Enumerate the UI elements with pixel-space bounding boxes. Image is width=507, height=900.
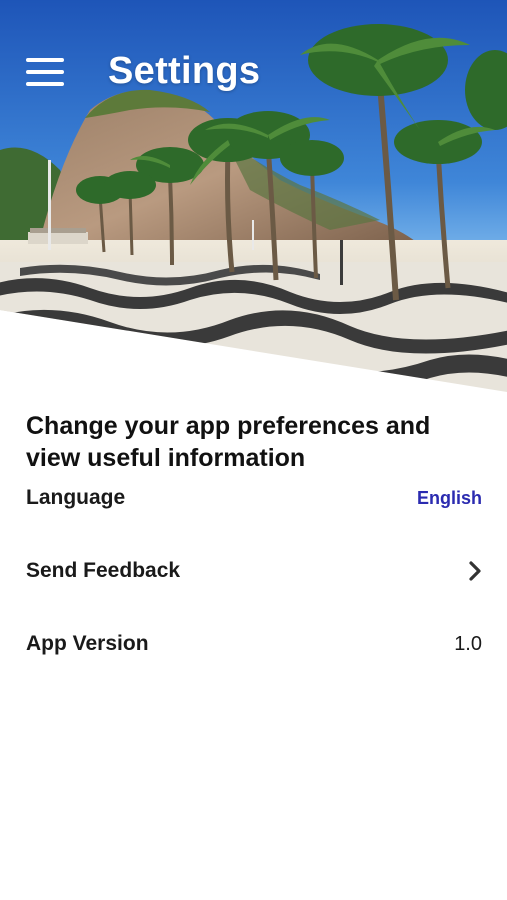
- language-select[interactable]: English: [417, 488, 482, 509]
- menu-button[interactable]: [26, 56, 64, 88]
- chevron-right-icon: [469, 561, 481, 581]
- settings-screen: Settings Change your app preferences and…: [0, 0, 507, 900]
- app-version-label: App Version: [26, 632, 149, 655]
- send-feedback-label: Send Feedback: [26, 559, 181, 582]
- page-title: Settings: [108, 50, 261, 92]
- send-feedback-row[interactable]: Send Feedback: [26, 551, 482, 591]
- app-version-value: 1.0: [454, 632, 482, 655]
- intro-text: Change your app preferences and view use…: [26, 412, 431, 472]
- app-version-row: App Version 1.0: [26, 624, 482, 664]
- language-label: Language: [26, 486, 126, 509]
- hamburger-menu-icon: [26, 58, 64, 62]
- language-row: Language English: [26, 478, 482, 518]
